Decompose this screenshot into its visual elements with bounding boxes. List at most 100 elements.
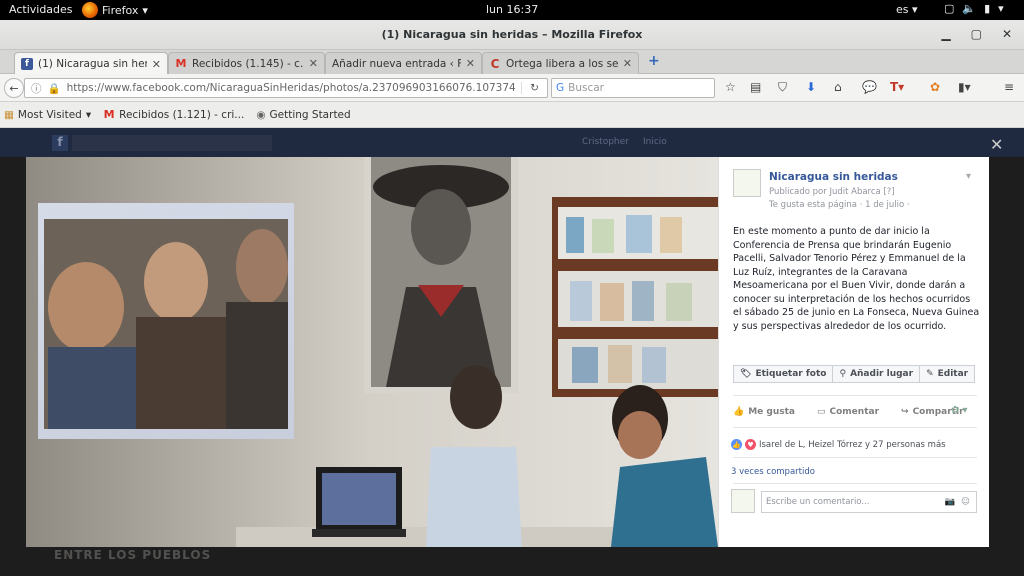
bookmark-most-visited[interactable]: ▦ Most Visited ▾ (4, 109, 91, 121)
window-title: (1) Nicaragua sin heridas – Mozilla Fire… (381, 28, 643, 41)
location-pin-icon: ⚲ (839, 369, 847, 379)
thumbs-up-icon: 👍 (733, 407, 745, 417)
arrow-left-icon: ← (9, 81, 19, 95)
likes-summary[interactable]: 👍 ♥ Isarel de L, Heizel Tórrez y 27 pers… (731, 439, 946, 450)
tab-label: (1) Nicaragua sin heri... (38, 58, 147, 70)
photo-info-panel: Nicaragua sin heridas Publicado por Judi… (718, 157, 989, 547)
tab-gmail[interactable]: M Recibidos (1.145) - c... ✕ (168, 52, 325, 74)
shares-link[interactable]: 3 veces compartido (731, 467, 815, 477)
app-menu[interactable]: Firefox ▾ (82, 2, 148, 18)
share-icon: ↪ (901, 407, 909, 417)
button-label: Comentar (829, 407, 880, 417)
camera-icon[interactable]: 📷 (945, 497, 956, 507)
button-label: Me gusta (748, 407, 795, 417)
post-text: En este momento a punto de dar inicio la… (733, 226, 980, 332)
comment-icon: ▭ (817, 407, 826, 417)
window-title-bar[interactable]: (1) Nicaragua sin heridas – Mozilla Fire… (0, 20, 1024, 50)
tag-photo-button[interactable]: 🏷 Etiquetar foto (733, 365, 834, 383)
bookmark-gmail[interactable]: M Recibidos (1.121) - cri... (103, 108, 245, 121)
tab-wordpress[interactable]: Añadir nueva entrada ‹ F... ✕ (325, 52, 482, 74)
home-icon[interactable]: ⌂ (834, 80, 842, 94)
page-content: f Cristopher Inicio ✕ Nicaragua sin heri… (0, 128, 1024, 576)
chevron-down-icon: ▾ (142, 3, 148, 17)
projected-video-call (38, 203, 294, 439)
globe-icon: ◉ (256, 108, 266, 121)
c-icon: C (490, 56, 500, 71)
bookmark-label: Most Visited (17, 108, 82, 121)
profile-link[interactable]: Cristopher (582, 137, 629, 147)
chevron-down-icon: ▾ (998, 2, 1004, 15)
facebook-logo-icon[interactable]: f (52, 135, 68, 151)
add-location-button[interactable]: ⚲ Añadir lugar (832, 365, 921, 383)
divider (733, 427, 977, 428)
chat-icon[interactable]: 💬 (862, 80, 877, 94)
like-reaction-icon: 👍 (731, 439, 742, 450)
comment-input[interactable]: Escribe un comentario... 📷 ☺ (761, 491, 977, 513)
page-avatar-selector[interactable]: ✿ ▾ (951, 405, 968, 416)
chevron-down-icon[interactable]: ▾ (966, 171, 971, 182)
gmail-icon: M (175, 57, 187, 70)
navigation-toolbar: ← ⓘ 🔒 https://www.facebook.com/Nicaragua… (0, 74, 1024, 102)
edit-button[interactable]: ✎ Editar (919, 365, 976, 383)
clipboard-icon[interactable]: ▮▾ (958, 80, 971, 94)
close-tab-icon[interactable]: ✕ (466, 57, 475, 70)
clock[interactable]: lun 16:37 (486, 3, 538, 16)
button-label: Añadir lugar (850, 369, 914, 379)
maximize-button[interactable]: ▢ (971, 27, 982, 41)
app-menu-label: Firefox (102, 3, 139, 17)
bookmark-star-icon[interactable]: ☆ (725, 80, 736, 94)
photo-scene (26, 157, 718, 547)
url-text: https://www.facebook.com/NicaraguaSinHer… (66, 82, 515, 94)
reading-list-icon[interactable]: ▤ (750, 80, 761, 94)
lock-icon: 🔒 (47, 82, 61, 95)
activities-button[interactable]: Actividades (9, 3, 73, 16)
bookmark-getting-started[interactable]: ◉ Getting Started (256, 109, 350, 121)
keyboard-layout-indicator[interactable]: es ▾ (896, 3, 918, 16)
volume-icon: 🔈 (962, 2, 977, 15)
close-tab-icon[interactable]: ✕ (152, 58, 161, 71)
background-banner-text: ENTRE LOS PUEBLOS (54, 548, 212, 562)
post-meta: Te gusta esta página · 1 de julio · (769, 200, 910, 210)
bookmark-label: Getting Started (269, 108, 351, 121)
new-tab-button[interactable]: + (648, 53, 660, 69)
minimize-button[interactable]: ▁ (941, 27, 950, 41)
close-tab-icon[interactable]: ✕ (309, 57, 318, 70)
like-button[interactable]: 👍 Me gusta (733, 407, 795, 417)
home-link[interactable]: Inicio (643, 137, 667, 147)
reload-icon[interactable]: ↻ (521, 82, 547, 94)
tab-ortega[interactable]: C Ortega libera a los sei... ✕ (482, 52, 639, 74)
pencil-icon: ✎ (926, 369, 934, 379)
page-avatar[interactable] (733, 169, 761, 197)
pocket-icon[interactable]: ⛉ (778, 80, 787, 95)
portrait-poster (364, 157, 518, 393)
tab-label: Añadir nueva entrada ‹ F... (332, 57, 461, 70)
tab-facebook[interactable]: f (1) Nicaragua sin heri... ✕ (14, 52, 168, 75)
search-input[interactable]: G Buscar (551, 78, 715, 98)
url-bar[interactable]: ⓘ 🔒 https://www.facebook.com/NicaraguaSi… (24, 78, 548, 98)
facebook-icon: f (21, 58, 33, 70)
close-photo-icon[interactable]: ✕ (990, 135, 1003, 154)
post-photo[interactable] (26, 157, 718, 547)
extension-badge-icon[interactable]: ✿ (930, 80, 940, 94)
comment-placeholder: Escribe un comentario... (766, 497, 870, 507)
back-button[interactable]: ← (4, 78, 24, 98)
search-placeholder: Buscar (568, 82, 604, 94)
downloads-icon[interactable]: ⬇ (806, 80, 816, 94)
system-status-area[interactable]: ▢ 🔈 ▮ ▾ (944, 2, 1004, 15)
hamburger-menu-icon[interactable]: ≡ (1004, 80, 1014, 94)
bookmark-label: Recibidos (1.121) - cri... (119, 108, 245, 121)
page-name-link[interactable]: Nicaragua sin heridas (769, 171, 898, 183)
extension-t-icon[interactable]: T▾ (890, 80, 904, 94)
divider (733, 395, 977, 396)
emoji-icon[interactable]: ☺ (961, 497, 970, 507)
gmail-icon: M (103, 108, 115, 121)
button-label: Editar (937, 369, 969, 379)
system-top-bar: Actividades Firefox ▾ lun 16:37 es ▾ ▢ 🔈… (0, 0, 1024, 20)
button-label: Etiquetar foto (755, 369, 827, 379)
comment-button[interactable]: ▭ Comentar (817, 407, 879, 417)
close-tab-icon[interactable]: ✕ (623, 57, 632, 70)
close-window-button[interactable]: ✕ (1002, 27, 1012, 41)
info-icon[interactable]: ⓘ (31, 81, 42, 96)
bookshelf (552, 197, 718, 397)
facebook-search-input[interactable] (72, 135, 272, 151)
